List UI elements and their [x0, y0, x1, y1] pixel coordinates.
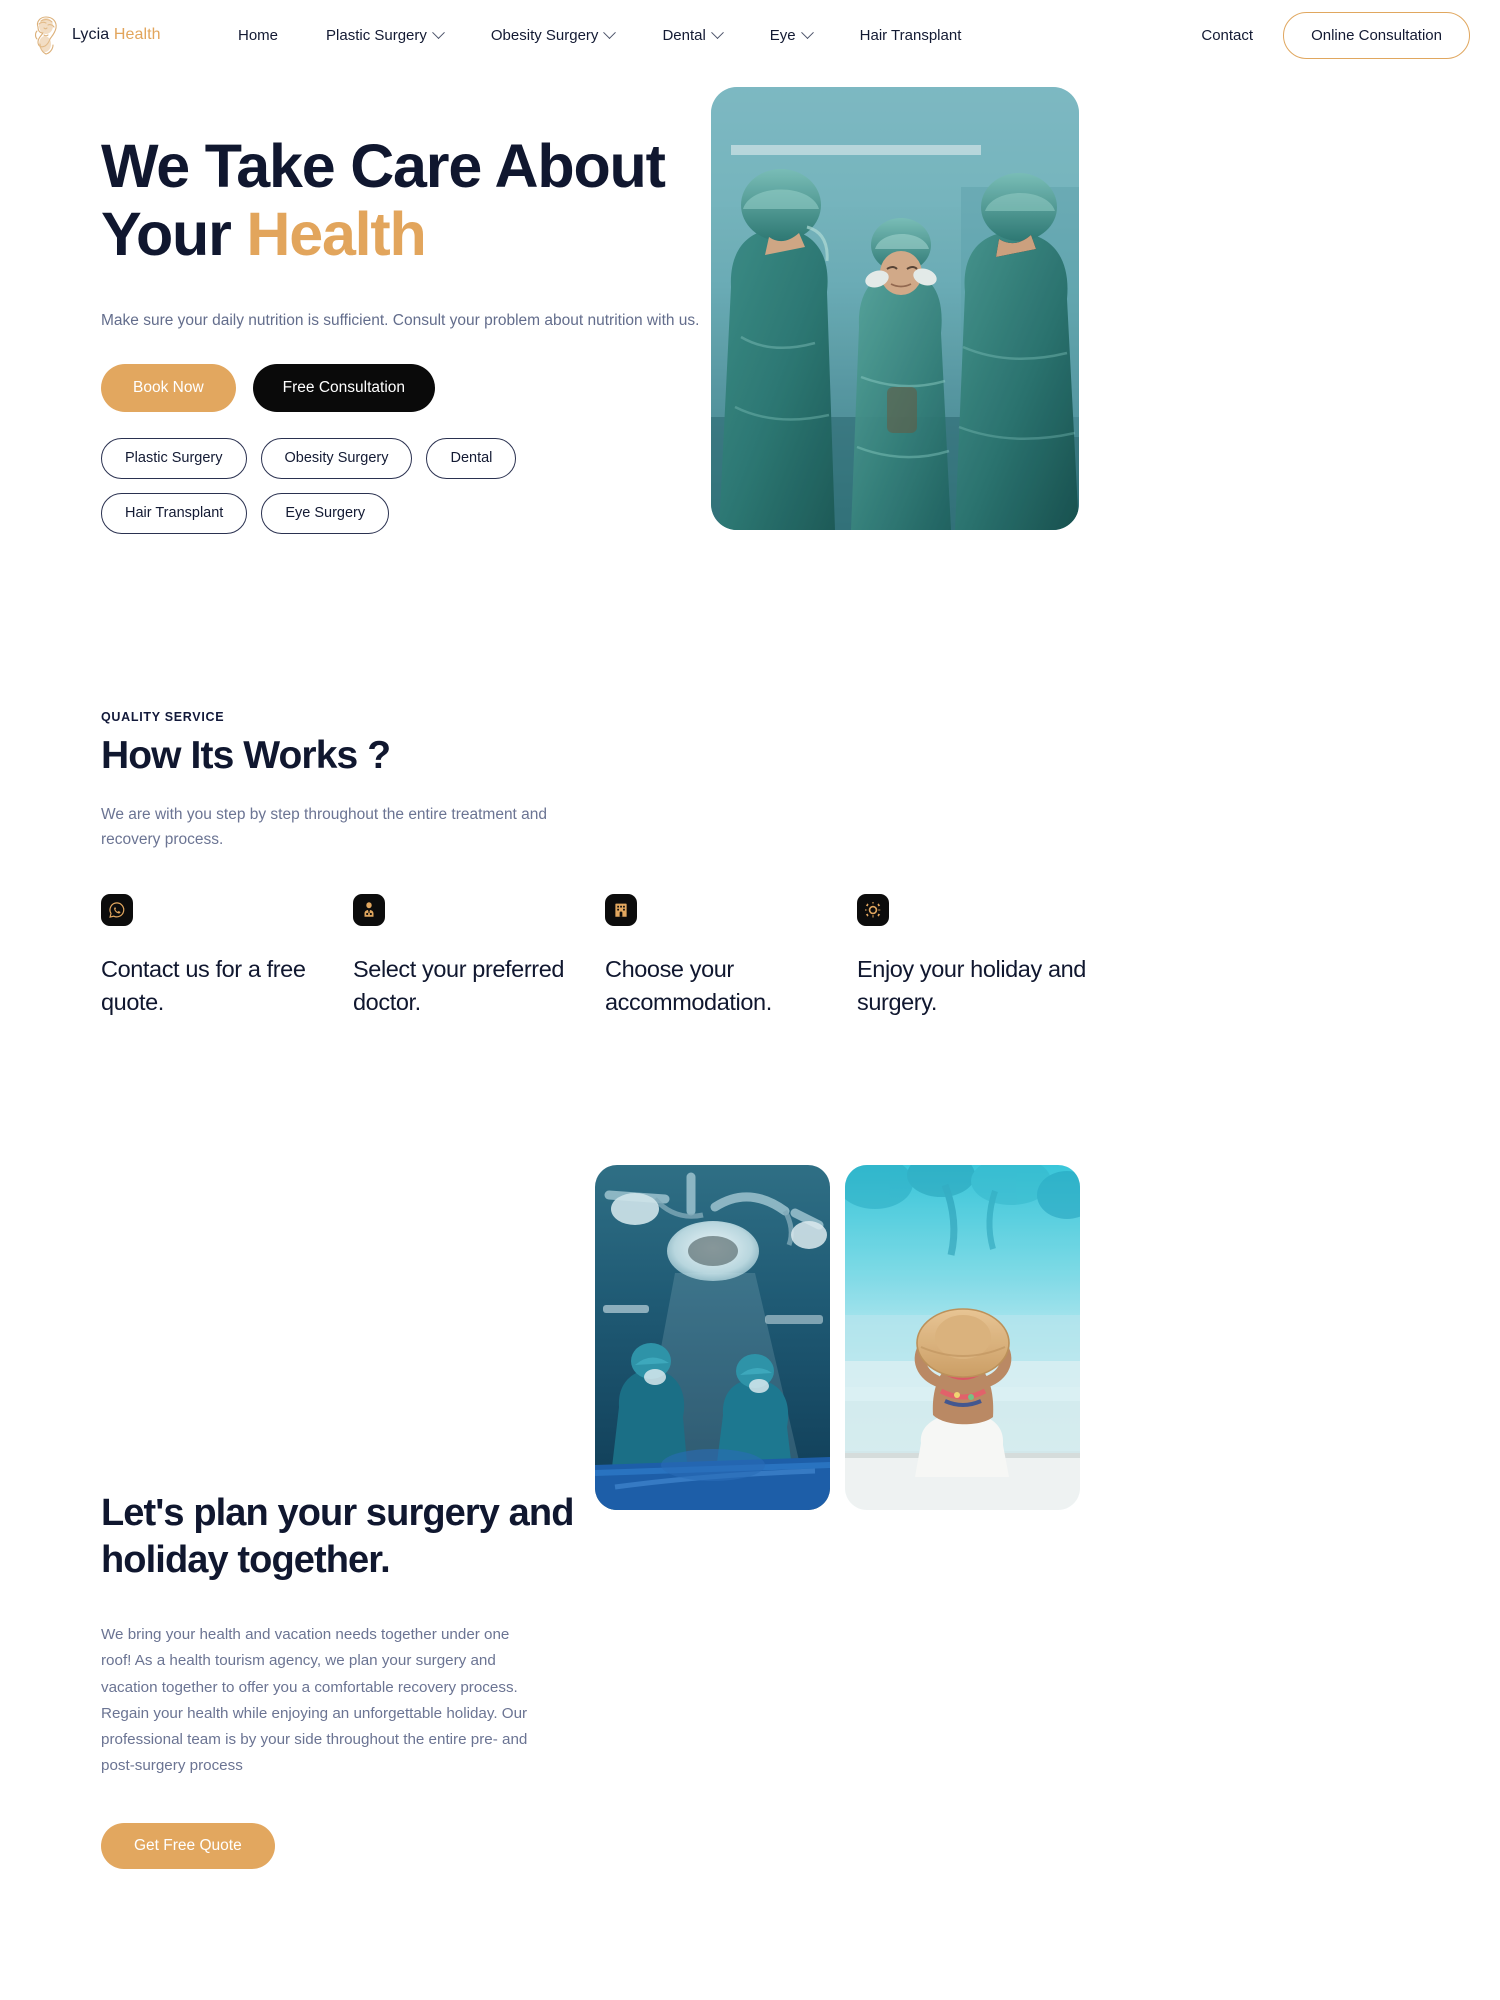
- nav-item-home[interactable]: Home: [214, 19, 302, 52]
- nav-item-obesity-surgery[interactable]: Obesity Surgery: [467, 19, 639, 52]
- classical-woman-bust-icon: [34, 16, 57, 55]
- how-it-works-subtitle: We are with you step by step throughout …: [101, 806, 548, 849]
- nav-item-label: Eye: [769, 26, 796, 44]
- brand-name: Lycia Health: [72, 26, 161, 44]
- brand-name-secondary: Health: [113, 26, 161, 43]
- book-now-button[interactable]: Book Now: [101, 363, 236, 412]
- step-enjoy-holiday: Enjoy your holiday and surgery.: [857, 894, 1109, 1018]
- plan-image-right: [845, 1165, 1080, 1510]
- chevron-down-icon: [432, 25, 445, 39]
- tag-dental[interactable]: Dental: [426, 437, 517, 479]
- tag-eye-surgery[interactable]: Eye Surgery: [261, 492, 390, 534]
- plan-body-text: We bring your health and vacation needs …: [101, 1626, 528, 1774]
- hero-subtitle: Make sure your daily nutrition is suffic…: [101, 311, 700, 329]
- how-it-works-content: How Its Works ? We are with you step by …: [101, 734, 1401, 1018]
- tag-hair-transplant[interactable]: Hair Transplant: [101, 492, 248, 534]
- landing-page: Lycia Health Home Plastic Surgery Obesit…: [0, 0, 1500, 2000]
- nav-item-label: Hair Transplant: [859, 26, 962, 44]
- hero-cta-group: Book Now Free Consultation: [101, 363, 741, 412]
- plan-copy: Let's plan your surgery and holiday toge…: [101, 1490, 621, 1870]
- nav-item-dental[interactable]: Dental: [638, 19, 745, 52]
- step-title: Enjoy your holiday and surgery.: [857, 956, 1086, 1015]
- chevron-down-icon: [710, 25, 724, 39]
- nav-item-eye[interactable]: Eye: [746, 19, 836, 52]
- brand-logo[interactable]: Lycia Health: [28, 13, 198, 57]
- step-choose-accommodation: Choose your accommodation.: [605, 894, 857, 1018]
- step-select-doctor: Select your preferred doctor.: [353, 894, 605, 1018]
- plan-image-left: [595, 1165, 830, 1510]
- steps-grid: Contact us for a free quote. Select your…: [101, 894, 1401, 1018]
- get-free-quote-button[interactable]: Get Free Quote: [101, 1823, 275, 1870]
- nav-item-plastic-surgery[interactable]: Plastic Surgery: [302, 19, 467, 52]
- nav-item-label: Plastic Surgery: [326, 26, 427, 44]
- tag-obesity-surgery[interactable]: Obesity Surgery: [260, 437, 413, 479]
- whatsapp-icon: [101, 894, 133, 927]
- hotel-icon: [605, 894, 637, 927]
- nav-item-label: Dental: [662, 26, 706, 44]
- nav-right-actions: Contact Online Consultation: [1195, 11, 1470, 59]
- online-consultation-button[interactable]: Online Consultation: [1283, 11, 1470, 59]
- hero-title-line2-accent: Health: [246, 200, 426, 269]
- step-title: Choose your accommodation.: [605, 956, 772, 1015]
- brand-name-primary: Lycia: [72, 26, 110, 43]
- holiday-pool-photo: [845, 1165, 1080, 1510]
- surgical-team-photo: [711, 87, 1079, 530]
- hero-copy: We Take Care About Your Health Make sure…: [101, 132, 741, 534]
- doctor-icon: [353, 894, 385, 927]
- hero-title-line2-plain: Your: [101, 200, 247, 269]
- whatsapp-glyph: [109, 902, 125, 919]
- operating-room-photo: [595, 1165, 830, 1510]
- top-navigation-bar: Lycia Health Home Plastic Surgery Obesit…: [0, 0, 1500, 70]
- free-consultation-button[interactable]: Free Consultation: [252, 363, 435, 412]
- sun-icon: [857, 894, 889, 927]
- how-it-works-title: How Its Works ?: [101, 734, 391, 777]
- hero-image: [711, 87, 1079, 530]
- nav-links: Home Plastic Surgery Obesity Surgery Den…: [214, 19, 985, 52]
- plan-title: Let's plan your surgery and holiday toge…: [101, 1492, 574, 1582]
- nav-item-label: Obesity Surgery: [490, 26, 599, 44]
- hero-title-line1: We Take Care About: [101, 132, 666, 200]
- step-contact-us: Contact us for a free quote.: [101, 894, 353, 1018]
- sun-glyph: [865, 902, 881, 919]
- page-title: We Take Care About Your Health: [101, 132, 741, 269]
- nav-item-hair-transplant[interactable]: Hair Transplant: [836, 19, 986, 52]
- hero-section: We Take Care About Your Health Make sure…: [0, 70, 1500, 770]
- doctor-glyph: [364, 902, 374, 917]
- hotel-building-glyph: [615, 903, 627, 917]
- nav-item-label: Home: [238, 26, 279, 44]
- step-title: Contact us for a free quote.: [101, 956, 306, 1015]
- nav-item-contact[interactable]: Contact: [1195, 19, 1259, 52]
- section-eyebrow: QUALITY SERVICE: [101, 710, 225, 724]
- chevron-down-icon: [800, 25, 814, 39]
- step-title: Select your preferred doctor.: [353, 956, 565, 1015]
- tag-plastic-surgery[interactable]: Plastic Surgery: [101, 437, 247, 479]
- chevron-down-icon: [603, 25, 617, 39]
- hero-service-tags: Plastic Surgery Obesity Surgery Dental H…: [101, 437, 601, 534]
